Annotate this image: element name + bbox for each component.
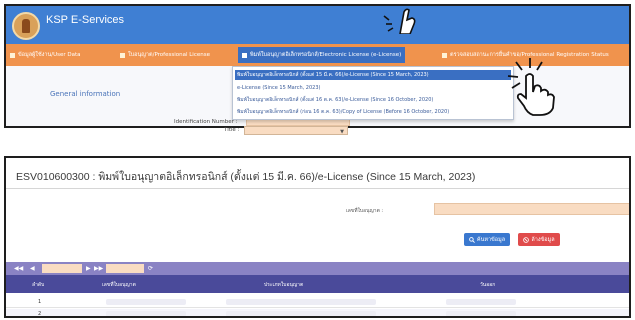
clear-button-label: ล้างข้อมูล (531, 236, 555, 243)
table-header: ลำดับ เลขที่ใบอนุญาต ประเภทใบอนุญาต วันอ… (6, 275, 629, 293)
divider (6, 188, 629, 189)
eservices-menu-panel: KSP E-Services ข้อมูลผู้ใช้งาน/User Data… (4, 4, 631, 128)
e-license-dropdown-menu: พิมพ์ใบอนุญาตอิเล็กทรอนิกส์ (ตั้งแต่ 15 … (232, 66, 514, 120)
blurred-cell (106, 311, 186, 316)
app-title: KSP E-Services (46, 14, 125, 26)
row-number: 2 (38, 311, 42, 317)
page-size-input[interactable] (106, 264, 144, 273)
prev-page-button[interactable]: ◀ (30, 265, 35, 272)
blurred-cell (226, 311, 376, 316)
clear-button[interactable]: ล้างข้อมูล (518, 233, 560, 246)
e-license-print-panel: ESV010600300 : พิมพ์ใบอนุญาตอิเล็กทรอนิก… (4, 156, 631, 318)
blurred-cell (446, 299, 516, 305)
column-header-issue-date[interactable]: วันออก (480, 281, 495, 289)
column-header-no[interactable]: ลำดับ (32, 281, 44, 289)
clear-icon (523, 236, 530, 243)
page-title: ESV010600300 : พิมพ์ใบอนุญาตอิเล็กทรอนิก… (16, 171, 476, 183)
menu-square-icon (120, 52, 125, 58)
dropdown-item-since-16-october-2020[interactable]: พิมพ์ใบอนุญาตอิเล็กทรอนิกส์ (ตั้งแต่ 16 … (235, 95, 511, 105)
menu-square-icon (442, 52, 447, 58)
chevron-down-icon: ▼ (340, 129, 344, 135)
table-row[interactable]: 2 (6, 309, 629, 317)
pointer-hand-icon (507, 58, 555, 116)
search-button[interactable]: ค้นหาข้อมูล (464, 233, 510, 246)
ksp-logo[interactable] (12, 12, 40, 40)
last-page-button[interactable]: ▶▶ (94, 265, 103, 272)
identification-number-label: Identification Number : (174, 119, 238, 125)
blurred-cell (446, 311, 516, 316)
section-title: General information (50, 90, 121, 98)
nav-item-user-data[interactable]: ข้อมูลผู้ใช้งาน/User Data (10, 49, 81, 61)
license-number-label: เลขที่ใบอนุญาต : (346, 208, 384, 214)
page-number-input[interactable] (42, 264, 82, 273)
dropdown-item-since-15-march-2023[interactable]: e-License (Since 15 March, 2023) (235, 83, 511, 93)
column-header-license-number[interactable]: เลขที่ใบอนุญาต (102, 281, 136, 289)
search-button-label: ค้นหาข้อมูล (476, 236, 506, 243)
next-page-button[interactable]: ▶ (86, 265, 91, 272)
menu-square-icon (242, 52, 247, 58)
refresh-icon[interactable]: ⟳ (148, 265, 153, 272)
nav-item-professional-license[interactable]: ใบอนุญาต/Professional License (120, 49, 210, 61)
title-label: Title : (224, 127, 240, 133)
dropdown-item-since-15-march-2023-thai[interactable]: พิมพ์ใบอนุญาตอิเล็กทรอนิกส์ (ตั้งแต่ 15 … (235, 70, 511, 80)
menu-square-icon (10, 52, 15, 58)
first-page-button[interactable]: ◀◀ (14, 265, 23, 272)
nav-item-label: ข้อมูลผู้ใช้งาน/User Data (18, 52, 81, 58)
nav-item-label: พิมพ์ใบอนุญาตอิเล็กทรอนิกส์/Electronic L… (250, 52, 402, 58)
blurred-cell (106, 299, 186, 305)
title-select[interactable]: ▼ (244, 126, 348, 135)
nav-item-label: ใบอนุญาต/Professional License (128, 52, 210, 58)
license-number-field[interactable] (434, 203, 629, 215)
nav-item-e-license[interactable]: พิมพ์ใบอนุญาตอิเล็กทรอนิกส์/Electronic L… (238, 47, 406, 63)
pagination-bar: ◀◀ ◀ ▶ ▶▶ ⟳ (6, 262, 629, 275)
blurred-cell (226, 299, 376, 305)
top-bar: KSP E-Services (6, 6, 629, 44)
pointer-hand-icon (383, 8, 416, 34)
dropdown-item-before-16-october-2020[interactable]: พิมพ์ใบอนุญาตอิเล็กทรอนิกส์ (ก่อน 16 ต.ค… (235, 107, 511, 117)
column-header-license-type[interactable]: ประเภทใบอนุญาต (264, 281, 303, 289)
row-number: 1 (38, 299, 42, 305)
search-icon (469, 236, 475, 243)
table-row[interactable]: 1 (6, 297, 629, 308)
